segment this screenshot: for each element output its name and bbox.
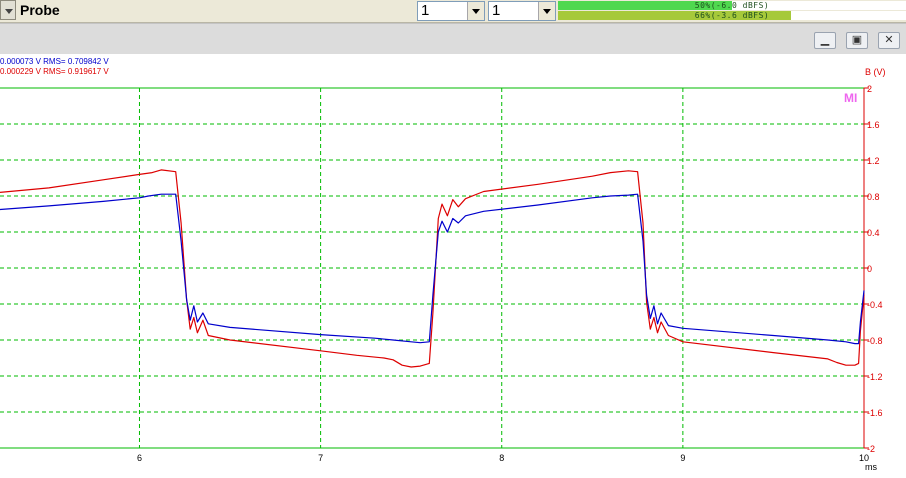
restore-icon: ▣	[851, 34, 863, 46]
minimize-button[interactable]: ▁	[814, 32, 836, 49]
x-tick-label: 8	[499, 453, 504, 463]
y-tick-label: -0.4	[867, 300, 883, 310]
minimize-icon: ▁	[820, 34, 830, 46]
oscilloscope-plot[interactable]: 0.000073 V RMS= 0.709842 V 0.000229 V RM…	[0, 54, 906, 478]
channel-select-2[interactable]: 1	[488, 1, 556, 21]
marker-label[interactable]: MI	[844, 91, 857, 105]
right-axis-label: B (V)	[865, 67, 886, 77]
toolbar: Probe 1 1 50%(-6.0 dBFS) 66%(-3.6 dBFS)	[0, 0, 906, 23]
y-tick-label: 0.8	[867, 192, 880, 202]
y-tick-label: 0.4	[867, 228, 880, 238]
x-tick-label: 9	[680, 453, 685, 463]
level-meter-1: 50%(-6.0 dBFS)	[558, 1, 906, 10]
y-tick-label: 1.2	[867, 156, 880, 166]
x-tick-label: 7	[318, 453, 323, 463]
y-tick-label: -1.2	[867, 372, 883, 382]
close-icon: ✕	[884, 34, 894, 46]
channel-select-1[interactable]: 1	[417, 1, 485, 21]
y-tick-label: 0	[867, 264, 872, 274]
y-tick-label: -0.8	[867, 336, 883, 346]
level-meter-1-text: 50%(-6.0 dBFS)	[694, 1, 770, 10]
window-titlebar: ▁ ▣ ✕	[0, 23, 906, 55]
probe-label: Probe	[20, 2, 60, 18]
channel-select-1-value: 1	[421, 2, 430, 19]
level-meter-2: 66%(-3.6 dBFS)	[558, 11, 906, 20]
channel-select-2-value: 1	[492, 2, 501, 19]
y-tick-label: 1.6	[867, 120, 880, 130]
restore-button[interactable]: ▣	[846, 32, 868, 49]
chevron-down-icon[interactable]	[467, 2, 484, 20]
close-button[interactable]: ✕	[878, 32, 900, 49]
y-tick-label: 2	[867, 84, 872, 94]
probe-dropdown-arrow-icon[interactable]	[0, 0, 16, 20]
level-meter-2-text: 66%(-3.6 dBFS)	[694, 11, 770, 20]
chevron-down-icon[interactable]	[538, 2, 555, 20]
x-unit-label: ms	[865, 462, 877, 472]
waveform-chart[interactable]: 21.61.20.80.40-0.4-0.8-1.2-1.6-2B (V)6 7 8…	[0, 54, 906, 478]
y-tick-label: -1.6	[867, 408, 883, 418]
x-tick-label: 6	[137, 453, 142, 463]
